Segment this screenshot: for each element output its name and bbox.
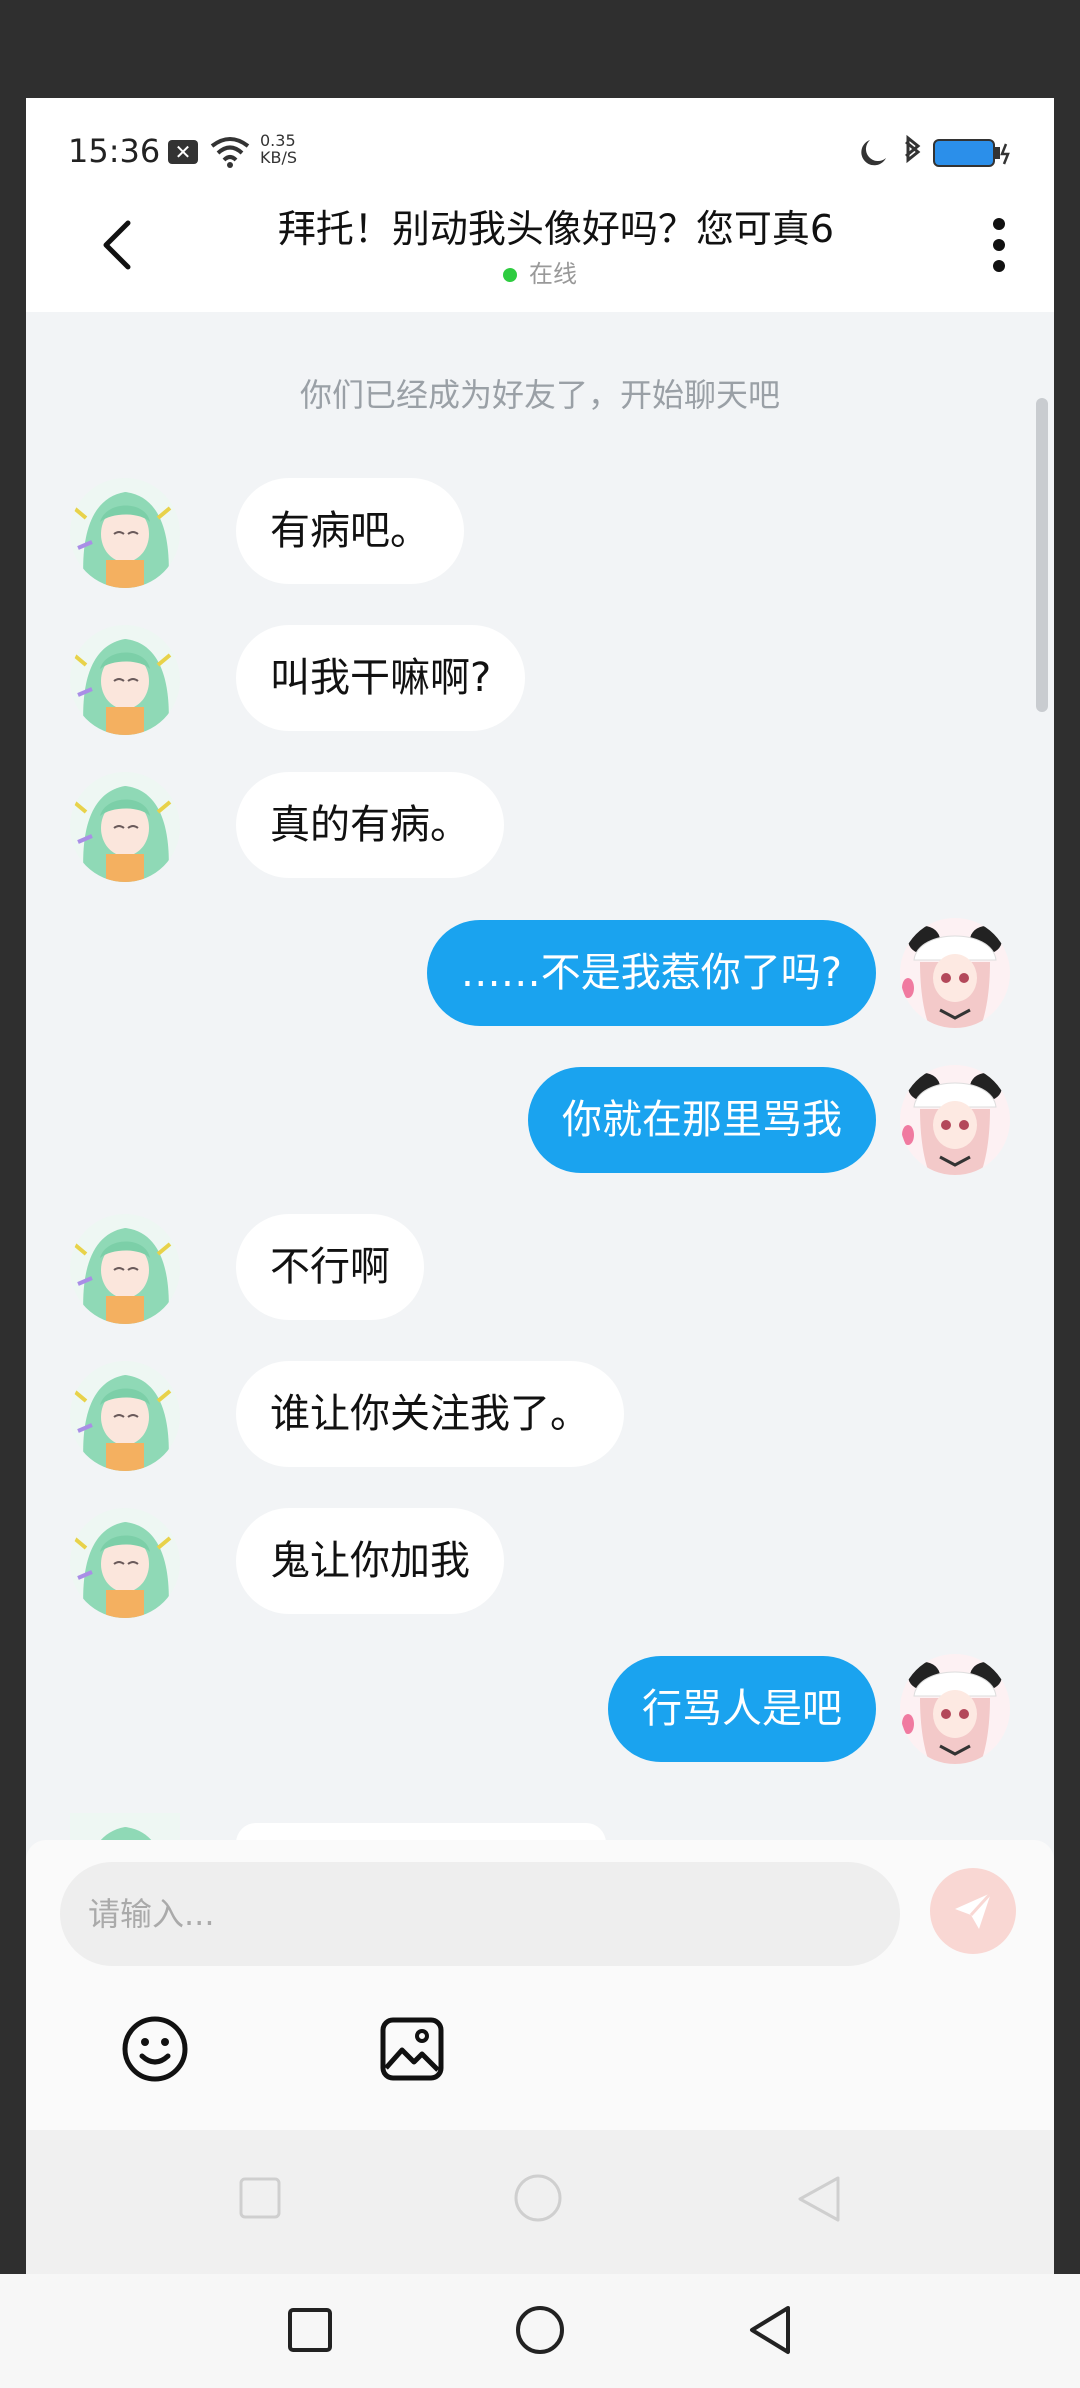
message-input[interactable] bbox=[60, 1862, 900, 1966]
circle-icon[interactable] bbox=[508, 2298, 572, 2362]
my-avatar[interactable] bbox=[900, 1654, 1010, 1764]
circle-icon[interactable] bbox=[512, 2172, 564, 2224]
message-bubble[interactable]: 真的有病。 bbox=[236, 772, 504, 878]
network-speed: 0.35 KB/S bbox=[260, 131, 298, 167]
contact-avatar[interactable] bbox=[70, 478, 180, 588]
more-vertical-icon bbox=[993, 218, 1005, 272]
presence-label: 在线 bbox=[529, 260, 577, 288]
triangle-back-icon[interactable] bbox=[738, 2298, 802, 2362]
contact-avatar[interactable] bbox=[70, 625, 180, 735]
in-app-nav-bar bbox=[26, 2130, 1054, 2274]
system-note: 你们已经成为好友了，开始聊天吧 bbox=[299, 376, 780, 414]
composer-panel bbox=[26, 1840, 1054, 2130]
battery-icon bbox=[933, 139, 1010, 167]
status-time: 15:36 bbox=[68, 132, 161, 170]
contact-avatar[interactable] bbox=[70, 1508, 180, 1618]
contact-avatar[interactable] bbox=[70, 772, 180, 882]
square-icon[interactable] bbox=[278, 2298, 342, 2362]
contact-avatar[interactable] bbox=[70, 1361, 180, 1471]
more-options-button[interactable] bbox=[974, 210, 1024, 280]
emoji-icon[interactable] bbox=[120, 2014, 190, 2084]
system-nav-bar bbox=[0, 2274, 1080, 2388]
message-bubble[interactable]: ……不是我惹你了吗? bbox=[426, 920, 876, 1026]
online-dot-icon bbox=[503, 268, 517, 282]
moon-icon bbox=[861, 140, 886, 166]
phone-screen: 15:36 ✕ 0.35 KB/S 拜托！别动我头像好吗？您可真6 在线 你们已… bbox=[26, 98, 1054, 2274]
header-bar: 15:36 ✕ 0.35 KB/S 拜托！别动我头像好吗？您可真6 在线 bbox=[26, 98, 1054, 312]
my-avatar[interactable] bbox=[900, 918, 1010, 1028]
wifi-icon bbox=[210, 137, 250, 168]
image-icon[interactable] bbox=[378, 2014, 446, 2084]
contact-avatar-partial bbox=[70, 1813, 180, 1843]
message-bubble[interactable]: 不行啊 bbox=[236, 1214, 424, 1320]
bluetooth-icon bbox=[905, 134, 921, 164]
square-icon[interactable] bbox=[238, 2176, 282, 2220]
notification-x-icon: ✕ bbox=[168, 140, 198, 164]
message-bubble[interactable]: 行骂人是吧 bbox=[608, 1656, 876, 1762]
message-bubble[interactable]: 有病吧。 bbox=[236, 478, 464, 584]
status-right-icons bbox=[861, 134, 1010, 167]
contact-avatar[interactable] bbox=[70, 1214, 180, 1324]
send-icon bbox=[955, 1891, 993, 1929]
message-bubble[interactable]: 鬼让你加我 bbox=[236, 1508, 504, 1614]
message-bubble[interactable]: 你就在那里骂我 bbox=[528, 1067, 876, 1173]
message-bubble[interactable]: 叫我干嘛啊? bbox=[236, 625, 526, 731]
send-button[interactable] bbox=[930, 1868, 1016, 1954]
scrollbar[interactable] bbox=[1036, 398, 1048, 712]
my-avatar[interactable] bbox=[900, 1065, 1010, 1175]
message-bubble[interactable]: 谁让你关注我了。 bbox=[236, 1361, 624, 1467]
presence-status: 在线 bbox=[26, 254, 1054, 289]
chat-title: 拜托！别动我头像好吗？您可真6 bbox=[277, 207, 835, 251]
triangle-back-icon[interactable] bbox=[796, 2174, 842, 2224]
